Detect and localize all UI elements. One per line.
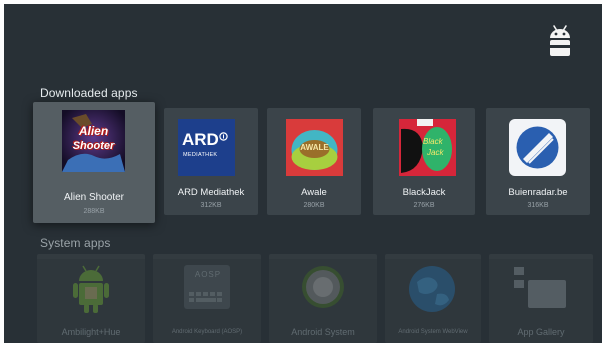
android-robot-icon xyxy=(73,265,109,313)
blackjack-logo-line1: Black xyxy=(423,137,443,146)
ard-logo-text: ARD xyxy=(182,130,219,149)
app-name: Alien Shooter xyxy=(63,192,125,203)
app-tile-alien-shooter[interactable]: Alien Shooter Alien Shooter 288KB xyxy=(33,102,155,223)
ard-one-circle-icon xyxy=(219,132,228,141)
buienradar-icon xyxy=(509,119,566,176)
app-tile-awale[interactable]: AWALE Awale 280KB xyxy=(267,108,361,215)
tv-launcher: Downloaded apps Alien Shooter Alien Shoo… xyxy=(4,4,602,343)
ard-mediathek-icon: ARD MEDIATHEK xyxy=(178,119,235,176)
app-tile-app-gallery[interactable]: App Gallery xyxy=(489,254,593,343)
ard-logo-subtext: MEDIATHEK xyxy=(183,152,218,158)
app-size: 288KB xyxy=(83,208,105,215)
blackjack-icon: Black Jack xyxy=(399,119,456,176)
app-size: 316KB xyxy=(527,202,549,209)
downloaded-apps-heading: Downloaded apps xyxy=(40,86,138,100)
alien-shooter-logo-line1: Alien xyxy=(78,124,109,138)
app-tile-blackjack[interactable]: Black Jack BlackJack 276KB xyxy=(373,108,475,215)
app-name: Android System WebView xyxy=(398,329,468,335)
app-size: 312KB xyxy=(200,202,222,209)
screen: Downloaded apps Alien Shooter Alien Shoo… xyxy=(0,0,602,343)
app-size: 280KB xyxy=(303,202,325,209)
blackjack-logo-line2: Jack xyxy=(427,148,444,157)
app-name: Android System xyxy=(291,327,355,337)
alien-shooter-logo-line2: Shooter xyxy=(72,140,115,152)
app-name: Awale xyxy=(301,187,327,198)
app-name: BlackJack xyxy=(402,187,446,198)
app-name: Ambilight+Hue xyxy=(61,327,121,337)
awale-logo-text: AWALE xyxy=(300,143,329,152)
app-name: ARD Mediathek xyxy=(177,187,245,198)
app-tile-ard-mediathek[interactable]: ARD MEDIATHEK ARD Mediathek 312KB xyxy=(164,108,258,215)
app-tile-android-webview[interactable]: Android System WebView xyxy=(385,254,481,343)
alien-shooter-icon: Alien Shooter xyxy=(62,110,125,172)
app-name: Android Keyboard (AOSP) xyxy=(171,329,243,335)
app-tile-ambilight-hue[interactable]: Ambilight+Hue xyxy=(37,254,145,343)
android-icon xyxy=(550,25,570,56)
awale-icon: AWALE xyxy=(286,119,343,176)
system-dial-icon xyxy=(302,266,344,308)
app-name: App Gallery xyxy=(517,327,565,337)
system-apps-heading: System apps xyxy=(40,236,111,250)
app-tile-buienradar[interactable]: Buienradar.be 316KB xyxy=(486,108,590,215)
app-tile-android-system[interactable]: Android System xyxy=(269,254,377,343)
app-size: 276KB xyxy=(413,202,435,209)
app-tile-android-keyboard[interactable]: AOSP Android Keyboard (AOSP) xyxy=(153,254,261,343)
app-gallery-icon xyxy=(514,267,566,308)
app-name: Buienradar.be xyxy=(508,187,568,198)
globe-icon xyxy=(409,266,455,312)
aosp-icon-label: AOSP xyxy=(194,270,222,279)
